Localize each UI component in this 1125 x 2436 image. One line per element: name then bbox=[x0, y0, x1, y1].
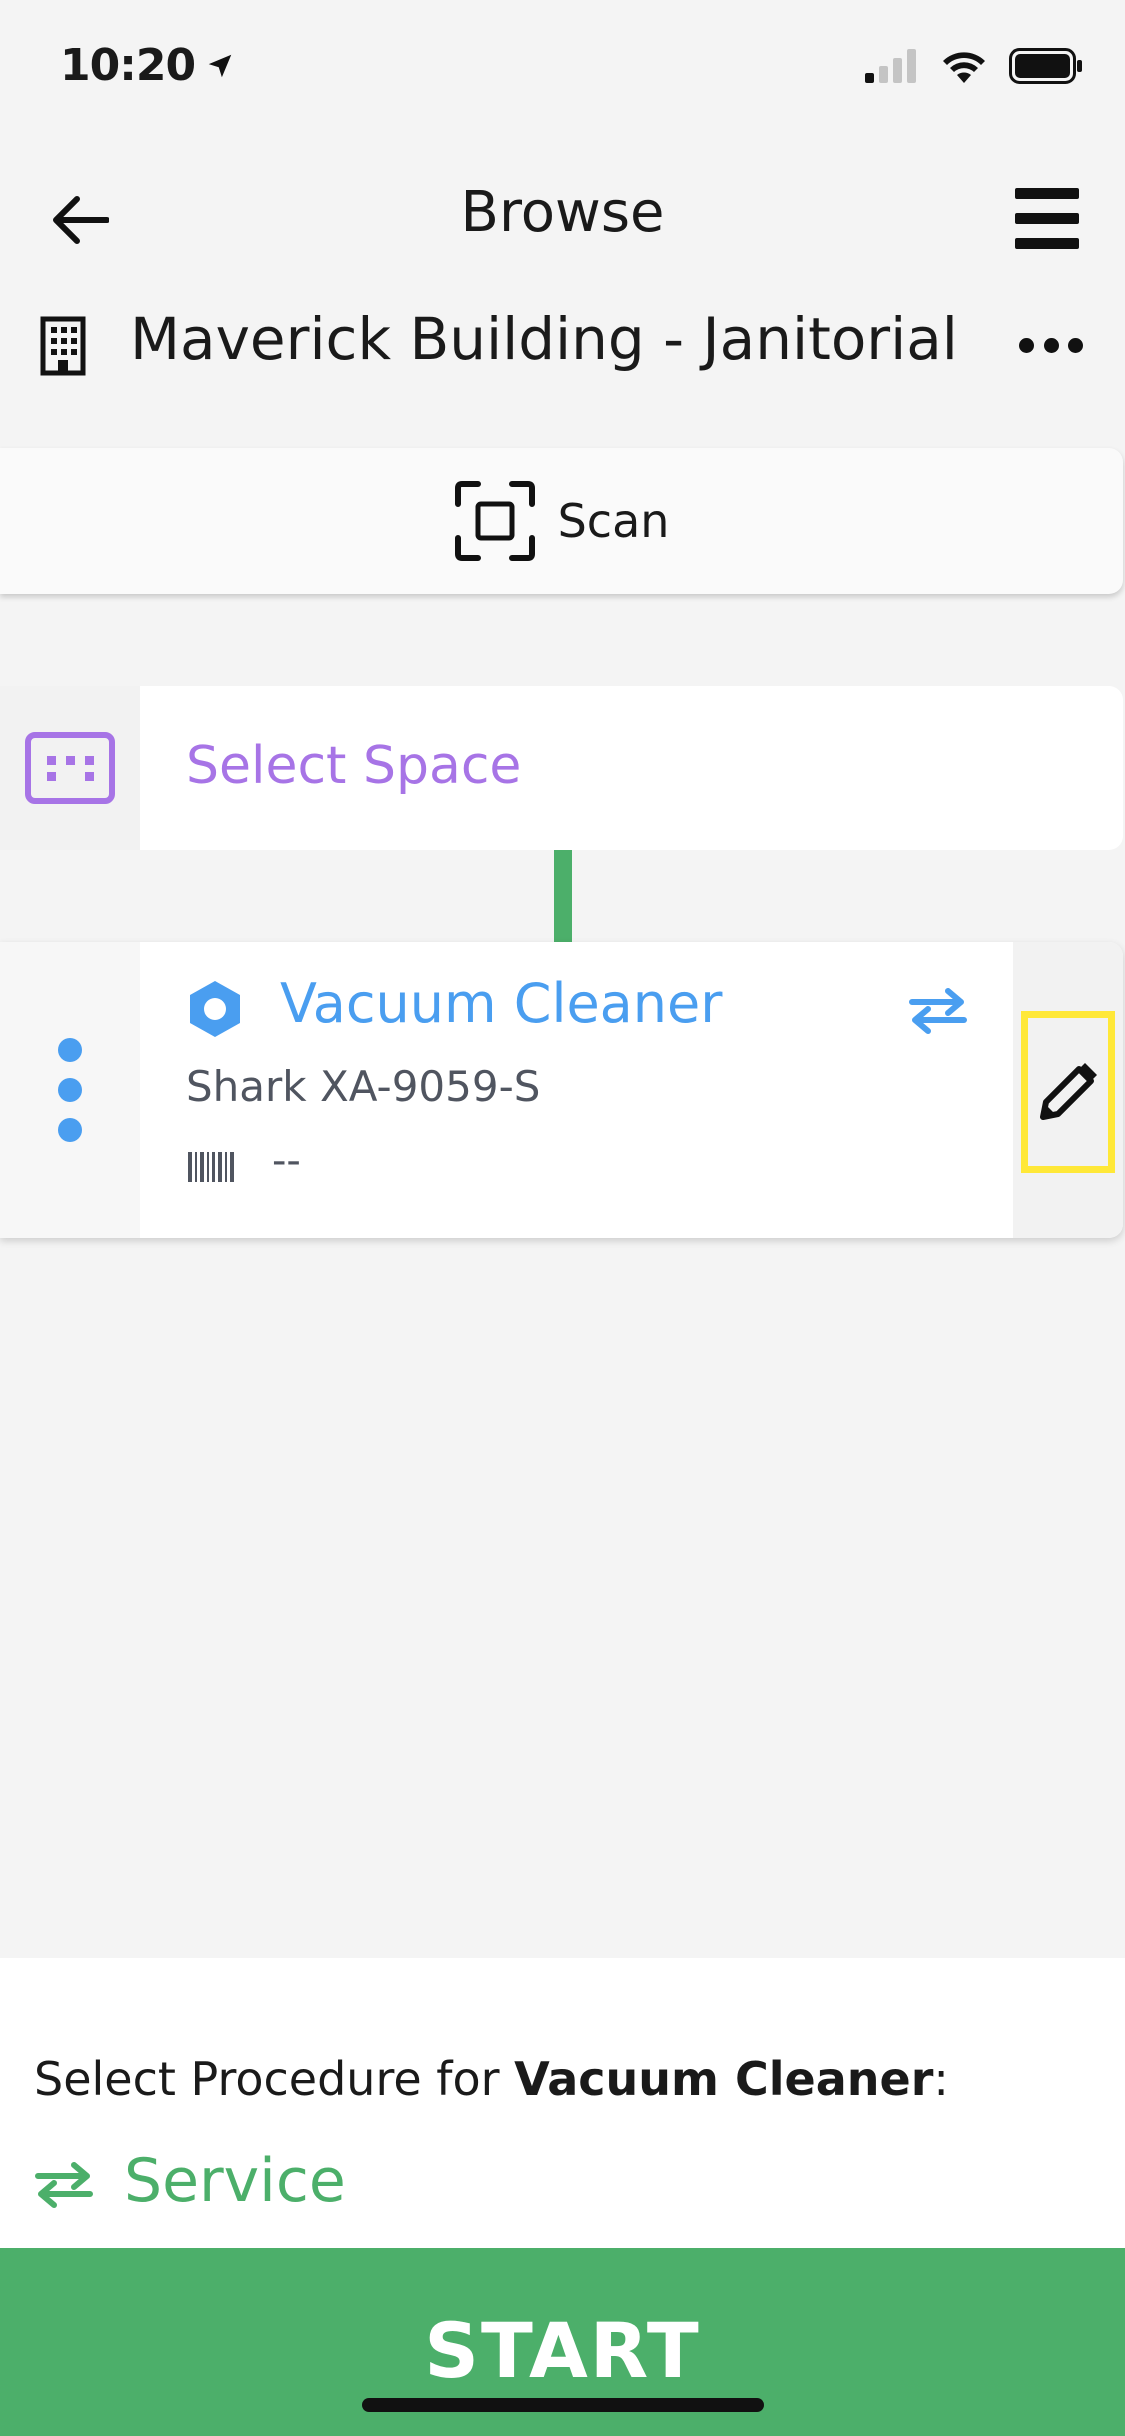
asset-card[interactable]: Vacuum Cleaner Shark XA-9059-S -- bbox=[0, 942, 1123, 1238]
procedure-prompt-asset: Vacuum Cleaner bbox=[514, 2052, 934, 2106]
menu-button[interactable] bbox=[1011, 186, 1083, 252]
asset-name: Vacuum Cleaner bbox=[280, 972, 723, 1035]
wifi-icon bbox=[943, 52, 985, 83]
scan-label: Scan bbox=[557, 494, 670, 548]
swap-arrows-icon bbox=[35, 2162, 93, 2208]
pencil-icon bbox=[1040, 1063, 1097, 1120]
space-icon-cell bbox=[0, 686, 140, 850]
back-button[interactable] bbox=[48, 188, 112, 252]
dot bbox=[58, 1118, 82, 1142]
status-icons bbox=[865, 48, 1083, 84]
location-arrow-icon bbox=[208, 54, 232, 77]
procedure-prompt-suffix: : bbox=[933, 2052, 949, 2106]
procedure-prompt-prefix: Select Procedure for bbox=[34, 2052, 515, 2106]
status-time-text: 10:20 bbox=[60, 40, 196, 91]
asset-model: Shark XA-9059-S bbox=[186, 1062, 541, 1111]
space-icon bbox=[25, 732, 115, 804]
swap-arrows-icon[interactable] bbox=[908, 986, 968, 1036]
arrow-left-icon bbox=[53, 196, 109, 244]
more-horizontal-icon bbox=[1019, 337, 1034, 353]
building-icon bbox=[40, 316, 92, 376]
select-space-row[interactable]: Select Space bbox=[0, 686, 1123, 850]
start-label: START bbox=[424, 2306, 701, 2395]
service-procedure-option[interactable]: Service bbox=[124, 2146, 346, 2216]
more-options-button[interactable] bbox=[1019, 320, 1083, 370]
hexagon-icon bbox=[190, 981, 240, 1037]
barcode-value: -- bbox=[272, 1138, 301, 1184]
edit-asset-button[interactable] bbox=[1021, 1011, 1115, 1173]
battery-icon bbox=[1009, 48, 1082, 84]
page-title: Browse bbox=[460, 180, 665, 245]
barcode-icon bbox=[188, 1152, 234, 1182]
hierarchy-connector bbox=[554, 850, 572, 942]
asset-menu-button[interactable] bbox=[0, 942, 140, 1238]
status-time: 10:20 bbox=[60, 40, 235, 91]
procedure-prompt: Select Procedure for Vacuum Cleaner: bbox=[34, 2052, 949, 2106]
scan-frame-icon bbox=[454, 481, 535, 561]
hamburger-menu-icon bbox=[1015, 188, 1079, 249]
cellular-signal-icon bbox=[865, 49, 916, 83]
scan-button[interactable]: Scan bbox=[0, 448, 1123, 594]
select-space-label: Select Space bbox=[186, 736, 522, 796]
dot bbox=[58, 1078, 82, 1102]
more-dot bbox=[1068, 337, 1083, 353]
more-dot bbox=[1043, 337, 1059, 353]
vertical-dots-icon bbox=[58, 1038, 82, 1062]
home-indicator[interactable] bbox=[362, 2398, 764, 2412]
building-name[interactable]: Maverick Building - Janitorial bbox=[130, 305, 958, 373]
